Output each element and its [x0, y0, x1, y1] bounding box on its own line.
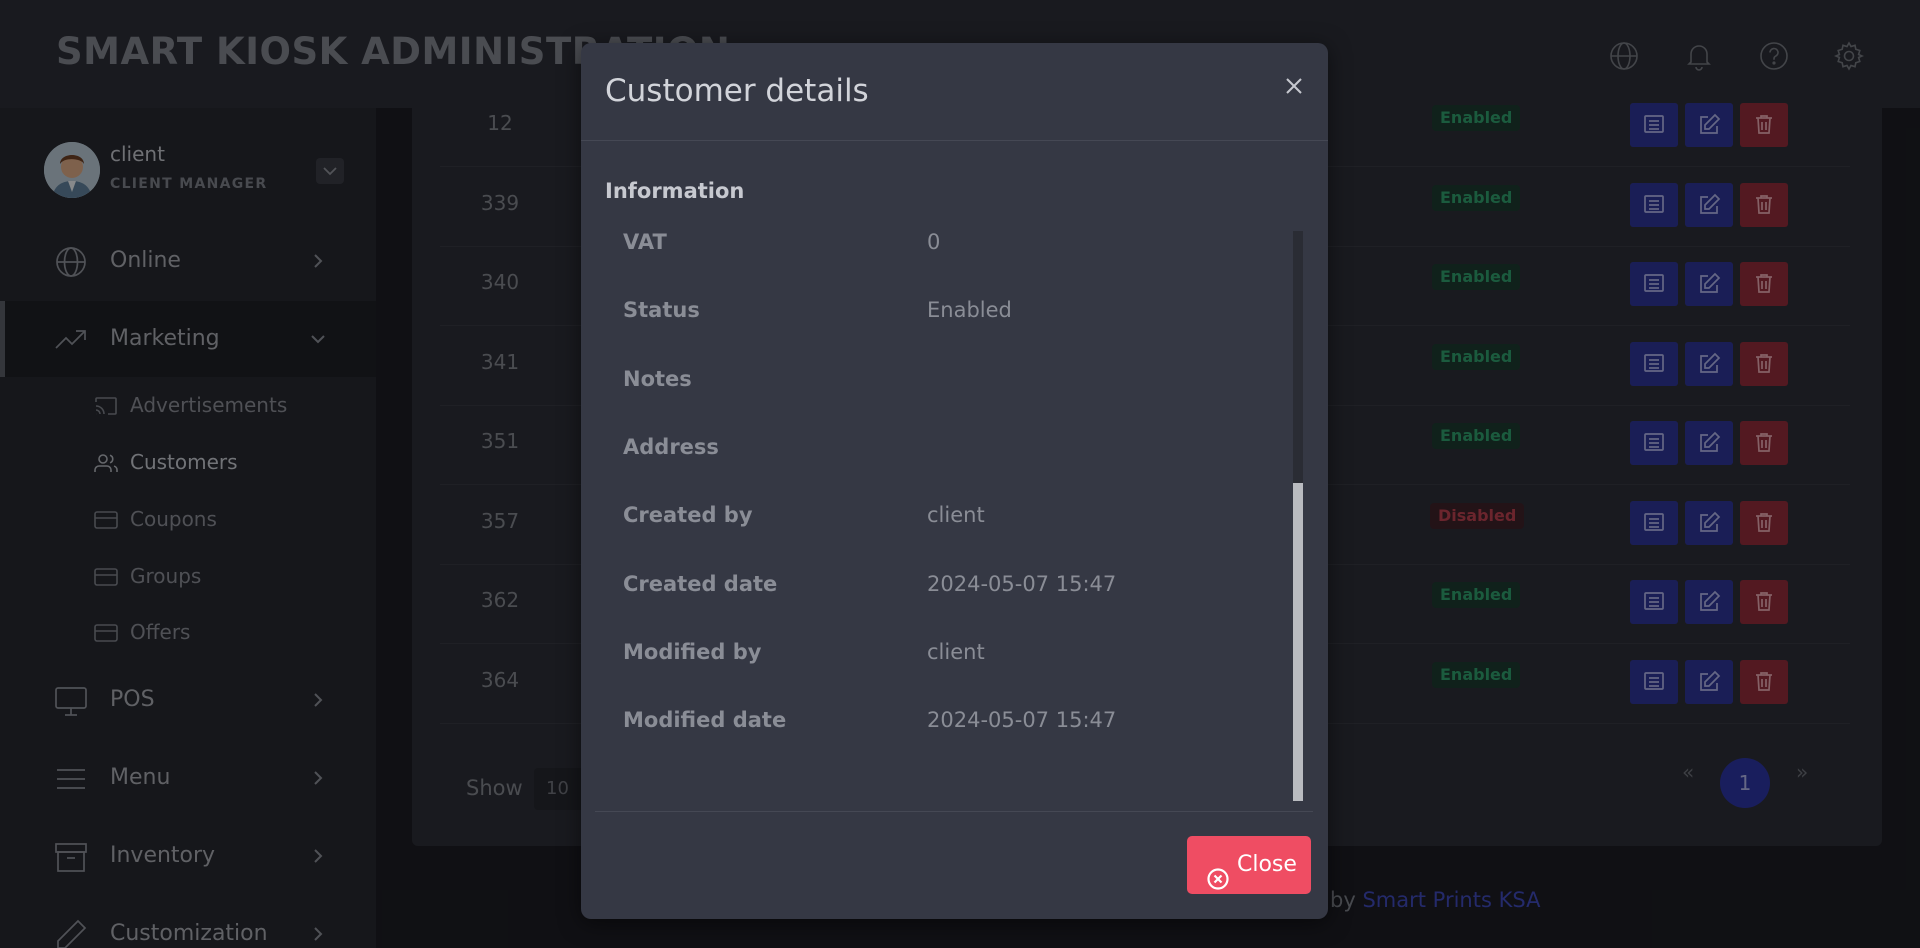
modal-title: Customer details [605, 73, 869, 109]
detail-label: Notes [623, 366, 692, 391]
detail-value: 2024-05-07 15:47 [927, 571, 1117, 596]
detail-label: VAT [623, 230, 667, 254]
divider [581, 140, 1328, 141]
detail-value: 0 [927, 230, 941, 254]
detail-row: Modified date 2024-05-07 15:47 [623, 708, 1263, 748]
section-heading: Information [605, 179, 745, 203]
x-circle-icon [1207, 855, 1229, 890]
detail-label: Modified by [623, 639, 762, 664]
detail-value: client [927, 639, 985, 664]
detail-label: Created date [623, 571, 778, 596]
detail-row: Notes [623, 367, 1263, 407]
detail-value: client [927, 503, 985, 528]
customer-details-modal: Customer details Information VAT 0 Status E… [581, 43, 1328, 919]
detail-row: Status Enabled [623, 298, 1263, 338]
detail-row: Address [623, 435, 1263, 475]
detail-label: Status [623, 298, 700, 323]
detail-row: Created by client [623, 503, 1263, 543]
detail-row: VAT 0 [623, 230, 1263, 270]
close-button[interactable]: Close [1187, 836, 1311, 894]
detail-row: Created date 2024-05-07 15:47 [623, 572, 1263, 612]
detail-label: Created by [623, 503, 753, 528]
detail-value: 2024-05-07 15:47 [927, 708, 1117, 733]
detail-label: Address [623, 434, 719, 459]
divider [595, 811, 1313, 812]
detail-label: Modified date [623, 708, 787, 733]
scrollbar-thumb[interactable] [1293, 483, 1303, 801]
detail-row: Modified by client [623, 640, 1263, 680]
close-button-label: Close [1237, 852, 1297, 877]
close-icon[interactable] [1281, 73, 1307, 99]
detail-value: Enabled [927, 298, 1012, 323]
